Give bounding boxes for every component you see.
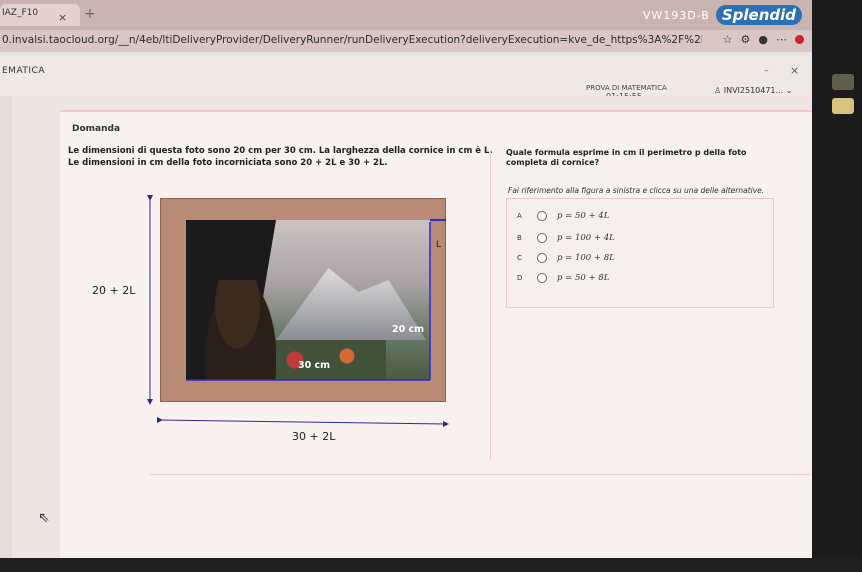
- label-photo-width: 30 cm: [298, 360, 331, 371]
- label-frame-width: L: [436, 240, 442, 250]
- test-name: PROVA DI MATEMATICA: [586, 84, 667, 92]
- question-stem-line1: Le dimensioni di questa foto sono 20 cm …: [68, 146, 493, 156]
- record-icon: [795, 35, 804, 44]
- monitor-bezel-bottom: [0, 558, 862, 572]
- minimize-icon[interactable]: –: [764, 66, 769, 76]
- radio-button[interactable]: [537, 211, 547, 221]
- user-icon: ♙: [714, 86, 724, 95]
- new-tab-icon[interactable]: +: [84, 6, 96, 22]
- menu-icon[interactable]: ⋯: [776, 33, 787, 46]
- option-formula: p = 50 + 4L: [557, 211, 610, 221]
- tab-title: IAZ_F10: [2, 8, 39, 18]
- radio-button[interactable]: [537, 253, 547, 263]
- question-heading: Domanda: [72, 124, 121, 134]
- photo-person: [206, 280, 276, 380]
- option-letter: A: [517, 212, 522, 220]
- user-id[interactable]: ♙ INVI2510471... ⌄: [714, 86, 792, 95]
- section-divider: [150, 474, 810, 475]
- question-stem-line2: Le dimensioni in cm della foto incornici…: [68, 158, 388, 168]
- option-b[interactable]: B p = 100 + 4L: [517, 229, 615, 247]
- option-formula: p = 50 + 8L: [557, 273, 610, 283]
- address-bar: 0.invalsi.taocloud.org/__n/4eb/ltiDelive…: [0, 30, 812, 52]
- label-total-width: 30 + 2L: [292, 430, 336, 443]
- answer-options: A p = 50 + 4L B p = 100 + 4L C p = 100 +…: [506, 198, 774, 308]
- option-letter: B: [517, 234, 522, 242]
- left-panel-strip: [0, 96, 12, 560]
- option-d[interactable]: D p = 50 + 8L: [517, 269, 609, 287]
- monitor-bezel-right: [812, 0, 862, 572]
- address-icons: ☆ ⚙ ● ⋯: [723, 33, 804, 46]
- radio-button[interactable]: [537, 273, 547, 283]
- column-divider: [490, 150, 491, 460]
- question-instruction: Fai riferimento alla figura a sinistra e…: [508, 186, 765, 195]
- screen: IAZ_F10 × + VW193D-B Splendid 0.invalsi.…: [0, 0, 812, 560]
- star-icon[interactable]: ☆: [723, 33, 733, 46]
- option-c[interactable]: C p = 100 + 8L: [517, 249, 615, 267]
- profile-icon[interactable]: ●: [758, 33, 768, 46]
- brand-logo: Splendid: [715, 5, 802, 25]
- side-button[interactable]: [832, 74, 854, 90]
- extensions-icon[interactable]: ⚙: [741, 33, 751, 46]
- app-header: EMATICA PROVA DI MATEMATICA 01:15:55 ♙ I…: [0, 56, 812, 101]
- close-window-icon[interactable]: ×: [790, 64, 799, 77]
- brand-code: VW193D-B: [642, 8, 710, 22]
- option-formula: p = 100 + 4L: [557, 233, 615, 243]
- label-total-height: 20 + 2L: [92, 284, 136, 297]
- radio-button[interactable]: [537, 233, 547, 243]
- framed-photo: [186, 220, 430, 380]
- option-letter: C: [517, 254, 522, 262]
- label-photo-height: 20 cm: [392, 324, 425, 335]
- option-letter: D: [517, 274, 523, 282]
- option-a[interactable]: A p = 50 + 4L: [517, 207, 609, 225]
- browser-tab[interactable]: IAZ_F10 ×: [0, 4, 80, 26]
- question-prompt: Quale formula esprime in cm il perimetro…: [506, 148, 747, 167]
- mouse-cursor-icon: ⇖: [38, 510, 50, 526]
- side-button[interactable]: [832, 98, 854, 114]
- user-label: INVI2510471...: [723, 86, 784, 95]
- close-icon[interactable]: ×: [58, 11, 67, 24]
- monitor-brand: VW193D-B Splendid: [643, 4, 802, 26]
- url-field[interactable]: 0.invalsi.taocloud.org/__n/4eb/ltiDelive…: [2, 34, 702, 46]
- tab-bar: IAZ_F10 × + VW193D-B Splendid: [0, 0, 812, 30]
- option-formula: p = 100 + 8L: [557, 253, 615, 263]
- app-title: EMATICA: [2, 66, 46, 76]
